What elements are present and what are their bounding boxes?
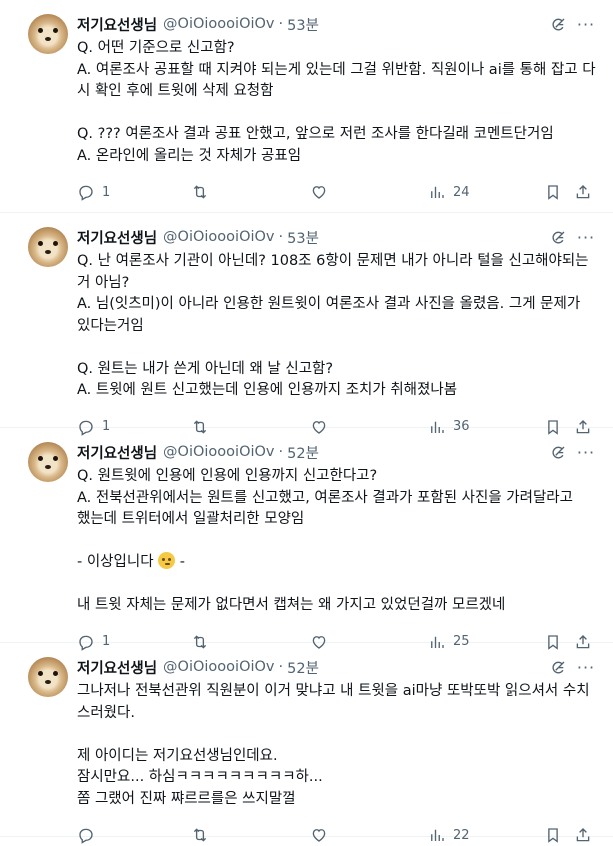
- timestamp[interactable]: 52분: [287, 442, 319, 463]
- bookmark-icon: [544, 826, 562, 844]
- share-icon: [574, 826, 592, 844]
- tweet-text: 그나저나 전북선관위 직원분이 이거 맞냐고 내 트윗을 ai마냥 또박또박 읽…: [77, 681, 597, 810]
- tweet[interactable]: 저기요선생님 @OiOioooiOiOv · 53분 ··· Q. 난 여론조사 …: [0, 213, 613, 436]
- views-count: 22: [453, 827, 470, 843]
- share-icon: [574, 183, 592, 201]
- grok-icon[interactable]: [549, 16, 567, 34]
- tweet-header: 저기요선생님 @OiOioooiOiOv · 53분: [77, 227, 319, 247]
- tweet-header: 저기요선생님 @OiOioooiOiOv · 53분: [77, 14, 319, 34]
- text-line: 있다는거임: [77, 317, 144, 334]
- text-line: 내 트윗 자체는 문제가 없다면서 캡쳐는 왜 가지고 있었던걸까 모르겠네: [77, 597, 506, 613]
- text-line: Q. 원트는 내가 쓴게 아닌데 왜 날 신고함?: [77, 360, 334, 377]
- grok-icon[interactable]: [549, 229, 567, 247]
- reply-button[interactable]: 1: [77, 181, 110, 203]
- tweet-actions: 22: [77, 824, 597, 846]
- tweet-actions: 1 24: [77, 181, 597, 203]
- thinking-face-emoji-icon: [158, 552, 176, 569]
- timestamp[interactable]: 52분: [287, 657, 319, 678]
- grok-icon[interactable]: [549, 444, 567, 462]
- retweet-icon: [191, 183, 209, 201]
- retweet-icon: [191, 826, 209, 844]
- text-line: 제 아이디는 저기요선생님인데요.: [77, 747, 278, 764]
- bookmark-button[interactable]: [544, 181, 562, 203]
- more-options-icon[interactable]: ···: [576, 15, 596, 35]
- text-line: - 이상입니다 -: [77, 552, 597, 574]
- like-button[interactable]: [310, 181, 328, 203]
- bookmark-button[interactable]: [544, 824, 562, 846]
- user-handle[interactable]: @OiOioooiOiOv: [163, 659, 274, 675]
- text-line: 거 아님?: [77, 274, 130, 291]
- text-line: 잠시만요... 하심ㅋㅋㅋㅋㅋㅋㅋㅋㅋ하...: [77, 769, 323, 785]
- views-count: 24: [453, 184, 470, 200]
- text-line: Q. 원트윗에 인용에 인용에 인용까지 신고한다고?: [77, 468, 378, 484]
- reply-count: 1: [102, 184, 111, 200]
- like-icon: [310, 826, 328, 844]
- text-line: 쫌 그랬어 진짜 쨔르르를은 쓰지말껄: [77, 790, 296, 807]
- text-line: Q. ??? 여론조사 결과 공표 안했고, 앞으로 저런 조사를 한다길래 코…: [77, 126, 554, 142]
- retweet-button[interactable]: [191, 824, 209, 846]
- text-line: 그나저나 전북선관위 직원분이 이거 맞냐고 내 트윗을 ai마냥 또박또박 읽…: [77, 683, 590, 699]
- more-options-icon[interactable]: ···: [576, 658, 596, 678]
- reply-icon: [77, 826, 95, 844]
- views-icon: [428, 183, 446, 201]
- tweet[interactable]: 저기요선생님 @OiOioooiOiOv · 53분 ··· Q. 어떤 기준으로…: [0, 0, 613, 213]
- text-line: A. 전북선관위에서는 원트를 신고했고, 여론조사 결과가 포함된 사진을 가…: [77, 489, 573, 506]
- text-segment: - 이상입니다: [77, 554, 159, 570]
- grok-icon[interactable]: [549, 659, 567, 677]
- share-button[interactable]: [574, 824, 592, 846]
- text-line: 했는데 트위터에서 일괄처리한 모양임: [77, 511, 305, 527]
- separator-dot: ·: [278, 444, 284, 460]
- views-icon: [428, 826, 446, 844]
- avatar[interactable]: [28, 657, 68, 697]
- like-button[interactable]: [310, 824, 328, 846]
- reply-button[interactable]: [77, 824, 102, 846]
- avatar[interactable]: [28, 14, 68, 54]
- separator-dot: ·: [278, 229, 284, 245]
- text-line: 스러웠다.: [77, 704, 135, 721]
- text-line: A. 여론조사 공표할 때 지켜야 되는게 있는데 그걸 위반함. 직원이나 a…: [77, 61, 596, 78]
- avatar[interactable]: [28, 227, 68, 267]
- timestamp[interactable]: 53분: [287, 227, 319, 248]
- text-line: A. 트윗에 원트 신고했는데 인용에 인용까지 조치가 취해졌나봄: [77, 382, 458, 398]
- text-line: A. 온라인에 올리는 것 자체가 공표임: [77, 147, 302, 164]
- tweet[interactable]: 저기요선생님 @OiOioooiOiOv · 52분 ··· 그나저나 전북선관위…: [0, 643, 613, 844]
- share-button[interactable]: [574, 181, 592, 203]
- retweet-button[interactable]: [191, 181, 209, 203]
- display-name[interactable]: 저기요선생님: [77, 14, 157, 35]
- tweet-text: Q. 어떤 기준으로 신고함? A. 여론조사 공표할 때 지켜야 되는게 있는데…: [77, 38, 597, 167]
- tweet-text: Q. 원트윗에 인용에 인용에 인용까지 신고한다고? A. 전북선관위에서는 원…: [77, 466, 597, 617]
- display-name[interactable]: 저기요선생님: [77, 227, 157, 248]
- more-options-icon[interactable]: ···: [576, 443, 596, 463]
- text-line: Q. 난 여론조사 기관이 아닌데? 108조 6항이 문제면 내가 아니라 털…: [77, 253, 589, 269]
- reply-icon: [77, 183, 95, 201]
- tweet-text: Q. 난 여론조사 기관이 아닌데? 108조 6항이 문제면 내가 아니라 털…: [77, 251, 597, 402]
- user-handle[interactable]: @OiOioooiOiOv: [163, 16, 274, 32]
- separator-dot: ·: [278, 659, 284, 675]
- tweet-header: 저기요선생님 @OiOioooiOiOv · 52분: [77, 657, 319, 677]
- tweet[interactable]: 저기요선생님 @OiOioooiOiOv · 52분 ··· Q. 원트윗에 인용…: [0, 428, 613, 651]
- like-icon: [310, 183, 328, 201]
- tweet-header: 저기요선생님 @OiOioooiOiOv · 52분: [77, 442, 319, 462]
- display-name[interactable]: 저기요선생님: [77, 442, 157, 463]
- views-button[interactable]: 22: [428, 824, 470, 846]
- display-name[interactable]: 저기요선생님: [77, 657, 157, 678]
- text-line: A. 님(잇츠미)이 아니라 인용한 원트윗이 여론조사 결과 사진을 올렸음.…: [77, 296, 581, 312]
- user-handle[interactable]: @OiOioooiOiOv: [163, 229, 274, 245]
- bookmark-icon: [544, 183, 562, 201]
- avatar[interactable]: [28, 442, 68, 482]
- user-handle[interactable]: @OiOioooiOiOv: [163, 444, 274, 460]
- text-line: 시 확인 후에 트윗에 삭제 요청함: [77, 83, 274, 99]
- separator-dot: ·: [278, 16, 284, 32]
- views-button[interactable]: 24: [428, 181, 470, 203]
- timestamp[interactable]: 53분: [287, 14, 319, 35]
- text-segment: -: [179, 554, 185, 570]
- text-line: Q. 어떤 기준으로 신고함?: [77, 40, 235, 56]
- more-options-icon[interactable]: ···: [576, 228, 596, 248]
